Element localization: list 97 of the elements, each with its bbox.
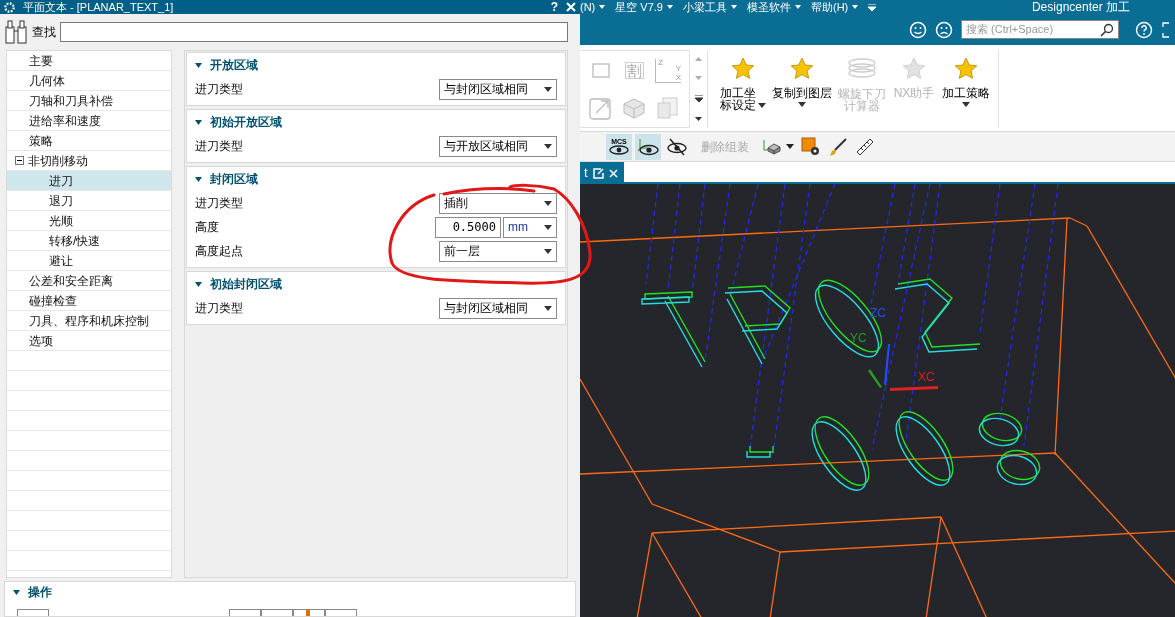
dropdown-caret-icon <box>544 224 552 230</box>
help-button[interactable]: ? <box>550 1 558 13</box>
menu-item[interactable]: 星空 V7.9 <box>615 1 673 13</box>
section-title: 封闭区域 <box>210 171 258 188</box>
search-field[interactable] <box>60 22 568 42</box>
eye-button[interactable] <box>635 133 661 160</box>
collapse-triangle-icon[interactable] <box>195 119 202 125</box>
spiral-icon <box>846 57 878 81</box>
operation-button[interactable] <box>17 609 49 616</box>
more-caret-icon[interactable] <box>694 94 703 102</box>
pop-out-icon[interactable] <box>592 167 604 179</box>
view-tab[interactable]: t <box>580 162 624 184</box>
tree-item[interactable]: 碰撞检查 <box>7 291 171 311</box>
help-icon[interactable] <box>1135 20 1153 39</box>
section-title: 初始开放区域 <box>210 114 282 131</box>
number-field[interactable]: 0.5000 <box>435 216 501 238</box>
collapse-triangle-icon[interactable] <box>195 62 202 68</box>
tree-item[interactable]: 刀轴和刀具补偿 <box>7 91 171 111</box>
dropdown-caret-icon <box>544 200 552 206</box>
collapse-triangle-icon[interactable] <box>195 281 202 287</box>
dropdown-caret-icon <box>544 143 552 149</box>
menu-caret-icon <box>666 5 673 9</box>
ribbon-button[interactable]: 加工策略 <box>942 50 990 107</box>
cube-icon <box>762 137 782 156</box>
eye-icon <box>609 145 629 155</box>
dropdown-caret-icon <box>544 86 552 92</box>
search-icon <box>1100 22 1114 37</box>
close-icon[interactable] <box>608 168 618 178</box>
menu-item[interactable]: 小梁工具 <box>682 1 737 13</box>
operation-button[interactable] <box>229 609 261 616</box>
axis-label: XC <box>918 371 935 383</box>
rectangle-icon <box>591 63 610 78</box>
star-icon <box>790 57 814 80</box>
star-icon <box>731 57 755 80</box>
field-label: 进刀类型 <box>195 300 243 317</box>
menu-caret-icon <box>599 5 606 9</box>
section-title: 初始封闭区域 <box>210 276 282 293</box>
split-glyph-icon: 割 <box>625 62 644 79</box>
dropdown-caret-icon <box>544 305 552 311</box>
operation-button[interactable] <box>293 609 325 616</box>
ribbon-button[interactable]: 加工坐 标设定 <box>720 50 766 111</box>
fullscreen-icon[interactable] <box>1161 20 1171 39</box>
dropdown-field[interactable]: 与封闭区域相同 <box>439 78 557 100</box>
search-label: 查找 <box>32 24 56 41</box>
smiley-icon[interactable] <box>909 20 927 39</box>
dropdown-field[interactable]: 与开放区域相同 <box>439 135 557 157</box>
close-icon[interactable] <box>566 2 576 12</box>
unit-dropdown[interactable]: mm <box>503 216 557 238</box>
tree-item[interactable]: 策略 <box>7 131 171 151</box>
tree-item[interactable]: 避让 <box>7 251 171 271</box>
cube-icon <box>622 96 647 119</box>
field-label: 高度 <box>195 219 219 236</box>
axis-label: ZC <box>870 307 886 319</box>
tree-item[interactable]: 几何体 <box>7 71 171 91</box>
dropdown-caret-icon <box>544 248 552 254</box>
dropdown-caret-icon <box>786 144 794 149</box>
dropdown-field[interactable]: 与封闭区域相同 <box>439 297 557 319</box>
document-icon <box>657 96 680 119</box>
operation-button[interactable] <box>261 609 293 616</box>
dropdown-field[interactable]: 前一层 <box>439 240 557 262</box>
collapse-triangle-icon[interactable] <box>13 589 20 595</box>
tree-item[interactable]: 选项 <box>7 331 171 351</box>
field-label: 进刀类型 <box>195 81 243 98</box>
star-icon <box>902 57 926 80</box>
expand-caret-icon[interactable] <box>695 116 702 121</box>
menu-caret-icon <box>852 5 859 9</box>
axis-label: YC <box>850 332 867 344</box>
sad-face-icon[interactable] <box>935 20 953 39</box>
tree-item[interactable]: 公差和安全距离 <box>7 271 171 291</box>
tree-item[interactable]: 进刀 <box>7 171 171 191</box>
dialog-title: 平面文本 - [PLANAR_TEXT_1] <box>23 1 175 13</box>
cad-viewport[interactable]: ZC YC XC <box>580 184 1175 617</box>
tree-item[interactable]: 进给率和速度 <box>7 111 171 131</box>
tree-item[interactable]: 刀具、程序和机床控制 <box>7 311 171 331</box>
menu-caret-icon <box>730 5 737 9</box>
customize-caret-icon[interactable] <box>868 3 877 11</box>
menu-item[interactable]: 帮助(H) <box>810 1 859 13</box>
menu-item[interactable]: (N) <box>580 1 606 13</box>
collapse-triangle-icon[interactable] <box>195 176 202 182</box>
operation-button[interactable] <box>325 609 357 616</box>
menu-caret-icon <box>794 5 801 9</box>
collapse-icon[interactable] <box>15 156 24 165</box>
section-title: 开放区域 <box>210 57 258 74</box>
tree-item[interactable]: 退刀 <box>7 191 171 211</box>
tree-item[interactable]: 主要 <box>7 51 171 71</box>
field-label: 进刀类型 <box>195 138 243 155</box>
ribbon-button[interactable]: 复制到图层 <box>772 50 832 107</box>
star-icon <box>954 57 978 80</box>
tree-item[interactable]: 转移/快速 <box>7 231 171 251</box>
dropdown-field[interactable]: 插削 <box>439 192 557 214</box>
field-label: 高度起点 <box>195 243 243 260</box>
binoculars-icon <box>4 19 28 45</box>
menu-item[interactable]: 模圣软件 <box>746 1 801 13</box>
section-title: 操作 <box>28 584 52 601</box>
app-title: Designcenter 加工 <box>1031 1 1130 13</box>
tree-item[interactable]: 光顺 <box>7 211 171 231</box>
field-label: 进刀类型 <box>195 195 243 212</box>
